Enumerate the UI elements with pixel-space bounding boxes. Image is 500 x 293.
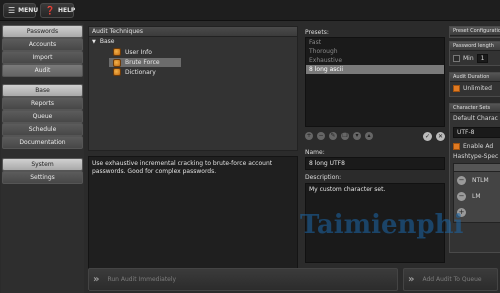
tree-item-brute-force[interactable]: Brute Force <box>109 58 181 67</box>
menu-button[interactable]: ☰ MENU <box>3 3 38 18</box>
config-title-box: Preset Configuration <box>449 26 500 38</box>
remove-row-icon[interactable]: − <box>457 176 466 185</box>
sidebar-item-schedule[interactable]: Schedule <box>2 123 83 136</box>
preset-configuration: Preset Configuration Password length Min… <box>449 26 500 293</box>
character-sets-title: Character Sets <box>450 104 500 113</box>
shield-icon <box>113 58 121 67</box>
queue-arrow-icon: » <box>408 274 415 285</box>
hash-row-lm: LM <box>472 193 481 200</box>
sidebar-item-queue[interactable]: Queue <box>2 110 83 123</box>
run-audit-button[interactable]: » Run Audit Immediately <box>88 268 398 291</box>
presets-label: Presets: <box>305 29 329 36</box>
encoding-select[interactable]: UTF-8 <box>453 127 500 138</box>
min-checkbox[interactable] <box>453 55 460 62</box>
password-length-box: Password length Min 1 <box>449 41 500 66</box>
password-length-title: Password length <box>450 42 500 51</box>
audit-duration-box: Audit Duration Unlimited <box>449 72 500 97</box>
sidebar-item-passwords[interactable]: Passwords <box>2 25 83 38</box>
config-title: Preset Configuration <box>450 27 500 36</box>
min-value-input[interactable]: 1 <box>476 54 489 63</box>
tree-node-base[interactable]: ▼ Base <box>92 38 114 45</box>
sidebar-item-reports[interactable]: Reports <box>2 97 83 110</box>
cancel-icon[interactable]: ✕ <box>436 131 445 141</box>
sidebar-group-base: Base Reports Queue Schedule Documentatio… <box>2 84 83 149</box>
watermark-logo: Taimienphi <box>300 210 464 240</box>
edit-icon[interactable]: ✎ <box>329 132 337 140</box>
audit-techniques-panel: Audit Techniques ▼ Base User Info Brute … <box>88 26 298 151</box>
action-bar: » Run Audit Immediately » Add Audit To Q… <box>88 268 498 291</box>
audit-duration-title: Audit Duration <box>450 73 500 82</box>
remove-row-icon[interactable]: − <box>457 192 466 201</box>
sidebar-item-accounts[interactable]: Accounts <box>2 38 83 51</box>
help-button[interactable]: ❓ HELP <box>40 3 75 18</box>
preset-name-input[interactable]: 8 long UTF8 <box>305 157 445 170</box>
sidebar-item-settings[interactable]: Settings <box>2 171 83 184</box>
run-arrow-icon: » <box>93 274 100 285</box>
preset-item[interactable]: Thorough <box>306 47 444 56</box>
hashtype-label: Hashtype-Spec <box>453 153 499 160</box>
sidebar-group-system: System Settings <box>2 158 83 184</box>
sidebar-item-system[interactable]: System <box>2 158 83 171</box>
help-icon: ❓ <box>45 5 55 15</box>
unlimited-checkbox[interactable] <box>453 85 460 92</box>
collapse-arrow-icon[interactable]: ▼ <box>92 39 96 45</box>
description-label: Description: <box>305 174 342 181</box>
shield-icon <box>113 48 121 56</box>
remove-icon[interactable]: − <box>317 132 325 140</box>
tree-item-dictionary[interactable]: Dictionary <box>113 68 156 76</box>
enable-checkbox[interactable] <box>453 143 460 150</box>
sidebar-item-documentation[interactable]: Documentation <box>2 136 83 149</box>
sidebar: Passwords Accounts Import Audit Base Rep… <box>1 23 84 293</box>
sidebar-item-audit[interactable]: Audit <box>2 64 83 77</box>
shield-icon <box>113 68 121 76</box>
audit-techniques-title: Audit Techniques <box>89 27 297 37</box>
move-up-icon[interactable]: ▴ <box>365 132 373 140</box>
top-toolbar: ☰ MENU ❓ HELP <box>0 0 500 21</box>
sidebar-item-import[interactable]: Import <box>2 51 83 64</box>
copy-icon[interactable]: ❐ <box>341 132 349 140</box>
tree-item-user-info[interactable]: User Info <box>113 48 152 56</box>
default-charset-label: Default Charac <box>453 115 498 122</box>
hamburger-icon: ☰ <box>8 5 16 15</box>
confirm-icon[interactable]: ✓ <box>423 131 432 141</box>
presets-list[interactable]: Fast Thorough Exhaustive 8 long ascii <box>305 37 445 127</box>
add-icon[interactable]: + <box>305 132 313 140</box>
sidebar-item-base[interactable]: Base <box>2 84 83 97</box>
preset-item-selected[interactable]: 8 long ascii <box>306 65 444 74</box>
preset-item[interactable]: Fast <box>306 38 444 47</box>
sidebar-group-passwords: Passwords Accounts Import Audit <box>2 25 83 77</box>
move-down-icon[interactable]: ▾ <box>353 132 361 140</box>
hash-row-ntlm: NTLM <box>472 177 489 184</box>
add-to-queue-button[interactable]: » Add Audit To Queue <box>403 268 498 291</box>
preset-tools: + − ✎ ❐ ▾ ▴ ✓ ✕ <box>305 131 445 141</box>
name-label: Name: <box>305 149 325 156</box>
preset-item[interactable]: Exhaustive <box>306 56 444 65</box>
